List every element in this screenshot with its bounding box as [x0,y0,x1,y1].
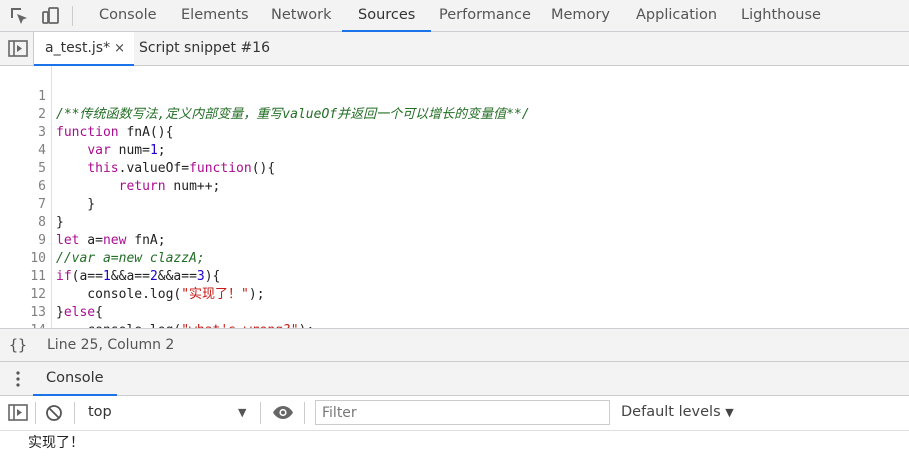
tab-console[interactable]: Console [99,0,157,31]
tab-performance[interactable]: Performance [439,0,531,31]
close-tab-icon[interactable]: × [114,41,125,56]
context-select[interactable]: top [88,396,112,429]
code-line: 13 console.log("what's wrong?"); [0,286,909,338]
code-line: 14 } [0,304,909,356]
code-line: 4 this.valueOf=function(){ [0,124,909,176]
code-line: 8 let a=new fnA; [0,196,909,248]
code-line: 1 /**传统函数写法,定义内部变量，重写valueOf并返回一个可以增长的变量… [0,70,909,122]
code-line: 2 function fnA(){ [0,88,909,140]
code-line: 7 } [0,178,909,230]
console-message: 实现了！ [28,435,84,451]
kebab-menu-icon[interactable] [16,371,20,387]
code-line: 12 }else{ [0,268,909,320]
tab-sources[interactable]: Sources [342,0,432,32]
toolbar-divider [72,6,73,26]
chevron-down-icon[interactable]: ▼ [238,396,246,429]
tab-lighthouse[interactable]: Lighthouse [741,0,821,31]
file-tab-a-test[interactable]: a_test.js* × [34,32,135,66]
tab-elements[interactable]: Elements [181,0,249,31]
drawer-tab-console[interactable]: Console [33,362,117,396]
tab-network[interactable]: Network [271,0,332,31]
code-editor[interactable]: 1 /**传统函数写法,定义内部变量，重写valueOf并返回一个可以增长的变量… [0,66,909,356]
code-line: 10 if(a==1&&a==2&&a==3){ [0,232,909,284]
filter-input[interactable] [315,400,610,425]
log-levels-dropdown[interactable]: Default levels ▼ [621,396,734,429]
chevron-down-icon: ▼ [725,406,734,419]
console-divider [304,402,305,424]
toggle-navigator-icon[interactable] [8,40,28,57]
code-line: 9 //var a=new clazzA; [0,214,909,266]
console-divider [74,402,75,424]
console-divider [260,402,261,424]
devtools-toolbar: Console Elements Network Sources Perform… [0,0,909,32]
clear-console-icon[interactable] [45,404,63,422]
pretty-print-button[interactable]: {} [9,329,27,361]
tab-memory[interactable]: Memory [551,0,610,31]
editor-tab-bar: a_test.js* × Script snippet #16 [0,32,909,66]
code-line: 3 var num=1; [0,106,909,158]
console-divider [35,402,36,424]
code-line: 6 } [0,160,909,212]
log-levels-label: Default levels [621,404,721,420]
editor-status-bar: {} Line 25, Column 2 [0,328,909,362]
code-line: 11 console.log("实现了！"); [0,250,909,302]
eye-icon[interactable] [272,405,294,420]
tab-application[interactable]: Application [636,0,717,31]
inspect-element-icon[interactable] [8,5,30,27]
device-toolbar-icon[interactable] [40,5,62,27]
toggle-sidebar-icon[interactable] [8,404,28,421]
file-tab-label: a_test.js* [45,40,111,56]
drawer-tab-bar: Console [0,362,909,396]
file-tab-snippet[interactable]: Script snippet #16 [139,32,270,65]
console-toolbar: top ▼ Default levels ▼ [0,396,909,431]
code-line: 5 return num++; [0,142,909,194]
cursor-position: Line 25, Column 2 [47,337,175,353]
